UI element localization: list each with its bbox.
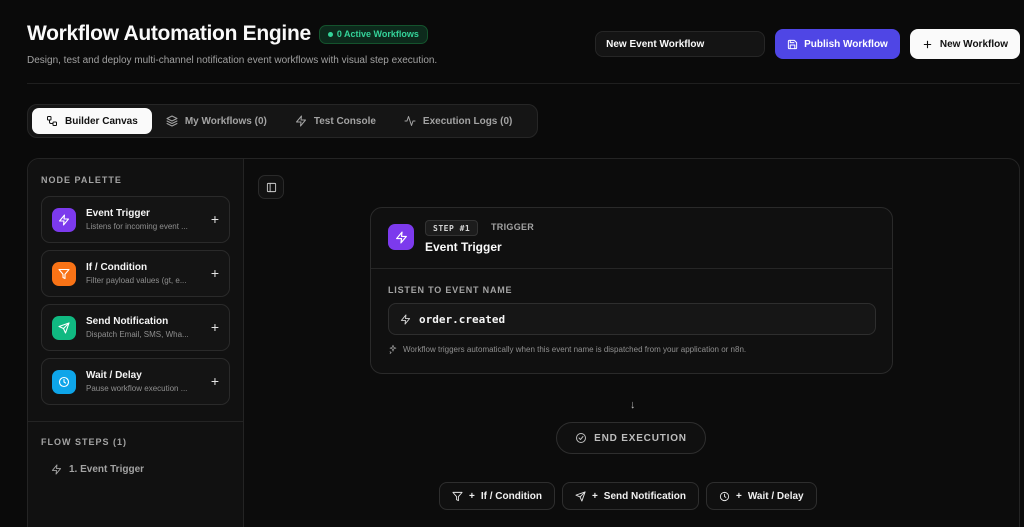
event-name-value: order.created — [419, 312, 506, 326]
palette-item-desc: Dispatch Email, SMS, Wha... — [86, 330, 189, 339]
step-type-label: TRIGGER — [491, 222, 535, 232]
flow-step-label: 1. Event Trigger — [69, 464, 145, 475]
bolt-icon — [295, 115, 306, 127]
end-execution-button[interactable]: END EXECUTION — [556, 422, 706, 454]
sidebar-divider — [28, 421, 243, 422]
node-body: LISTEN TO EVENT NAME order.created Workf… — [371, 269, 892, 354]
event-name-label: LISTEN TO EVENT NAME — [388, 285, 513, 295]
send-icon — [575, 490, 586, 502]
add-step-row: + If / Condition + Send Notification + W… — [439, 482, 817, 510]
builder-panel: NODE PALETTE Event Trigger Listens for i… — [27, 158, 1020, 527]
palette-item-send-notification[interactable]: Send Notification Dispatch Email, SMS, W… — [41, 304, 230, 351]
add-send-notification-button[interactable]: + Send Notification — [561, 482, 700, 510]
header-actions: Publish Workflow New Workflow — [595, 29, 1020, 59]
tab-execution-logs[interactable]: Execution Logs (0) — [390, 108, 526, 134]
header-divider — [27, 83, 1020, 84]
palette-item-title: Send Notification — [86, 316, 169, 327]
arrow-down-icon: ↓ — [630, 399, 636, 411]
clock-icon — [719, 491, 730, 501]
add-node-plus-icon[interactable]: + — [211, 373, 219, 389]
bolt-icon — [400, 313, 411, 325]
add-if-condition-button[interactable]: + If / Condition — [439, 482, 555, 510]
publish-workflow-button[interactable]: Publish Workflow — [775, 29, 900, 59]
filter-icon — [58, 268, 70, 280]
badge-label: 0 Active Workflows — [336, 29, 419, 39]
active-workflows-badge: 0 Active Workflows — [318, 24, 428, 44]
palette-item-desc: Filter payload values (gt, e... — [86, 276, 187, 285]
add-node-plus-icon[interactable]: + — [211, 319, 219, 335]
page-title: Workflow Automation Engine — [27, 22, 311, 45]
sidebar: NODE PALETTE Event Trigger Listens for i… — [28, 159, 244, 527]
publish-label: Publish Workflow — [804, 38, 888, 50]
plus-icon: + — [736, 490, 742, 502]
save-icon — [787, 39, 798, 49]
wait-badge — [52, 370, 76, 394]
palette-item-event-trigger[interactable]: Event Trigger Listens for incoming event… — [41, 196, 230, 243]
node-type-badge — [388, 224, 414, 250]
nodes-icon — [47, 116, 57, 126]
event-name-input[interactable]: order.created — [388, 303, 876, 335]
new-workflow-button[interactable]: New Workflow — [909, 29, 1020, 59]
tab-label: Test Console — [313, 115, 376, 127]
end-execution-label: END EXECUTION — [594, 432, 687, 444]
flow-step-item[interactable]: 1. Event Trigger — [51, 464, 144, 475]
tab-label: My Workflows (0) — [184, 115, 267, 127]
event-trigger-badge — [52, 208, 76, 232]
bolt-icon — [395, 230, 407, 244]
plus-icon — [923, 40, 932, 48]
new-workflow-label: New Workflow — [939, 38, 1008, 50]
palette-item-if-condition[interactable]: If / Condition Filter payload values (gt… — [41, 250, 230, 297]
tab-label: Execution Logs (0) — [422, 115, 513, 127]
palette-item-title: Wait / Delay — [86, 370, 142, 381]
tab-builder-canvas[interactable]: Builder Canvas — [32, 108, 152, 134]
filter-icon — [452, 491, 463, 501]
toggle-sidebar-button[interactable] — [258, 175, 284, 199]
palette-item-desc: Listens for incoming event ... — [86, 222, 188, 231]
tab-my-workflows[interactable]: My Workflows (0) — [152, 108, 281, 134]
add-button-label: Wait / Delay — [747, 490, 804, 502]
bolt-icon — [51, 464, 62, 475]
node-palette: Event Trigger Listens for incoming event… — [41, 196, 230, 412]
palette-item-desc: Pause workflow execution ... — [86, 384, 188, 393]
plus-icon: + — [469, 490, 475, 502]
add-node-plus-icon[interactable]: + — [211, 211, 219, 227]
palette-item-title: If / Condition — [86, 262, 148, 273]
workflow-node-card[interactable]: STEP #1 TRIGGER Event Trigger LISTEN TO … — [370, 207, 893, 374]
condition-badge — [52, 262, 76, 286]
add-node-plus-icon[interactable]: + — [211, 265, 219, 281]
step-number-chip: STEP #1 — [425, 220, 479, 236]
palette-item-wait-delay[interactable]: Wait / Delay Pause workflow execution ..… — [41, 358, 230, 405]
builder-canvas: STEP #1 TRIGGER Event Trigger LISTEN TO … — [244, 159, 1019, 527]
check-circle-icon — [576, 433, 587, 443]
sidebar-toggle-icon — [266, 182, 276, 192]
node-header: STEP #1 TRIGGER Event Trigger — [371, 208, 892, 269]
app-root: Workflow Automation Engine 0 Active Work… — [0, 0, 1024, 527]
activity-icon — [404, 116, 416, 126]
flow-steps-heading: FLOW STEPS (1) — [41, 437, 127, 447]
hint-text: Workflow triggers automatically when thi… — [403, 344, 747, 354]
sparkles-icon — [389, 344, 397, 354]
node-title: Event Trigger — [425, 240, 502, 254]
layers-icon — [166, 115, 178, 127]
palette-item-title: Event Trigger — [86, 208, 150, 219]
notification-badge — [52, 316, 76, 340]
plus-icon: + — [591, 490, 598, 502]
view-tabs: Builder Canvas My Workflows (0) Test Con… — [27, 104, 538, 138]
add-button-label: Send Notification — [603, 490, 687, 502]
bolt-icon — [58, 214, 70, 226]
node-palette-heading: NODE PALETTE — [41, 175, 122, 185]
status-dot-icon — [327, 31, 333, 37]
trigger-hint: Workflow triggers automatically when thi… — [388, 344, 875, 354]
tab-label: Builder Canvas — [65, 115, 138, 127]
clock-icon — [58, 376, 70, 388]
add-button-label: If / Condition — [480, 490, 542, 502]
add-wait-delay-button[interactable]: + Wait / Delay — [706, 482, 817, 510]
page-header: Workflow Automation Engine 0 Active Work… — [27, 22, 1020, 66]
tab-test-console[interactable]: Test Console — [281, 108, 390, 134]
workflow-name-input[interactable] — [595, 31, 766, 57]
send-icon — [58, 322, 70, 334]
